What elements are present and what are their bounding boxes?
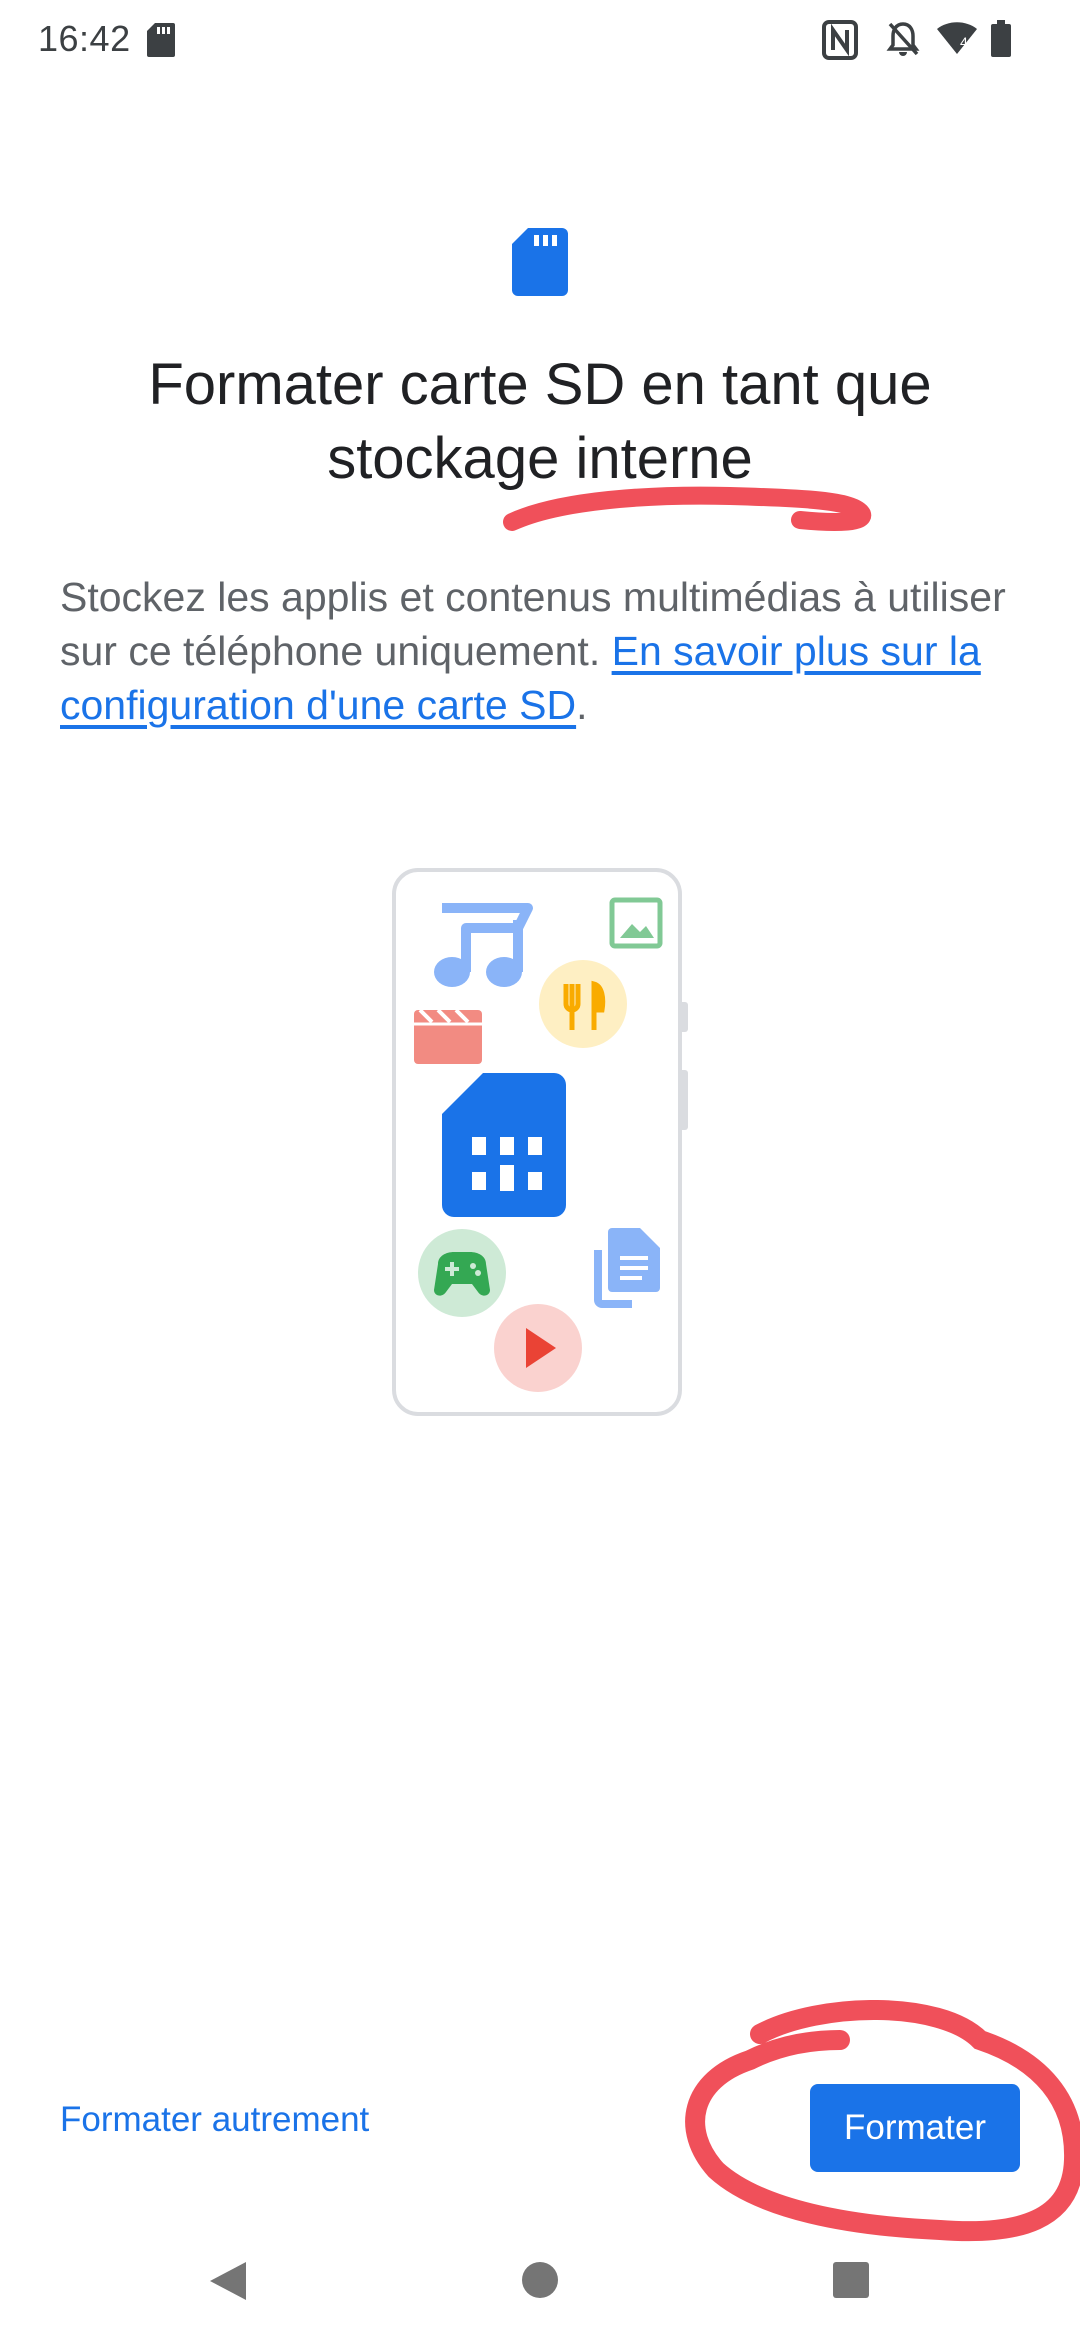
description-trailing: .	[576, 682, 588, 728]
play-icon	[494, 1304, 582, 1392]
bell-off-icon	[886, 22, 920, 56]
sd-card-icon	[147, 23, 175, 57]
recents-icon[interactable]	[811, 2242, 891, 2318]
gamepad-icon	[418, 1229, 506, 1317]
clapperboard-icon	[414, 1008, 482, 1064]
status-bar: 16:42 4	[0, 0, 1080, 84]
battery-icon	[991, 20, 1011, 57]
format-other-button[interactable]: Formater autrement	[60, 2100, 369, 2140]
page-title: Formater carte SD en tant que stockage i…	[148, 352, 932, 491]
wifi-icon: 4	[937, 22, 977, 54]
restaurant-icon	[539, 960, 627, 1048]
screen: 16:42 4 Formater carte SD en tant que st…	[0, 0, 1080, 2340]
home-icon[interactable]	[500, 2242, 580, 2318]
format-button[interactable]: Formater	[810, 2084, 1020, 2172]
description: Stockez les applis et contenus multimédi…	[60, 570, 1020, 732]
phone-illustration	[392, 868, 688, 1416]
nfc-icon	[822, 20, 858, 60]
navigation-bar	[0, 2220, 1080, 2340]
wifi-badge: 4	[960, 34, 968, 50]
sd-card-icon	[512, 228, 568, 296]
status-time: 16:42	[38, 18, 131, 59]
back-icon[interactable]	[188, 2242, 268, 2318]
